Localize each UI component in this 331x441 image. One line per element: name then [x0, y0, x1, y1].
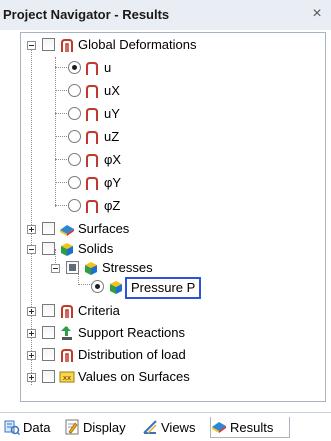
frame-deformation-icon [86, 62, 98, 75]
views-icon [143, 420, 157, 434]
frame-deformation-icon [86, 154, 98, 167]
tree-item-global-deformations[interactable]: Global Deformations [21, 35, 321, 55]
tab-results[interactable]: Results [210, 417, 290, 438]
frame-deformation-icon [86, 177, 98, 190]
global-deformations-checkbox[interactable] [42, 38, 55, 51]
tree-item-ux[interactable]: uX [21, 81, 321, 101]
tree-item-phiz[interactable]: φZ [21, 196, 321, 216]
collapse-icon[interactable] [27, 245, 36, 254]
tree-item-label: Distribution of load [78, 347, 186, 362]
data-icon [4, 420, 20, 435]
tree-item-phiy[interactable]: φY [21, 173, 321, 193]
frame-deformation-icon [61, 305, 73, 318]
ux-radio[interactable] [68, 84, 81, 97]
tab-data[interactable]: Data [4, 417, 58, 438]
distribution-of-load-checkbox[interactable] [42, 348, 55, 361]
tab-label: Display [83, 420, 126, 435]
surface-icon [60, 225, 74, 236]
tab-label: Data [23, 420, 51, 435]
results-tree[interactable]: Global Deformations u uX uY uZ φX φY φZ … [20, 32, 326, 402]
support-reactions-checkbox[interactable] [42, 326, 55, 339]
tree-item-label: Values on Surfaces [78, 369, 190, 384]
uy-radio[interactable] [68, 107, 81, 120]
expand-icon[interactable] [27, 373, 36, 382]
tree-item-label: uY [104, 106, 120, 121]
tree-item-stresses[interactable]: Stresses [21, 258, 321, 278]
tree-item-uz[interactable]: uZ [21, 127, 321, 147]
frame-deformation-icon [61, 39, 73, 52]
u-radio[interactable] [68, 61, 81, 74]
solid-cube-icon [61, 243, 73, 256]
pressure-radio[interactable] [91, 280, 104, 293]
expand-icon[interactable] [27, 351, 36, 360]
tab-label: Results [230, 420, 274, 435]
phiz-radio[interactable] [68, 199, 81, 212]
panel-title: Project Navigator - Results [3, 7, 170, 22]
tree-item-label: uZ [104, 129, 120, 144]
frame-deformation-icon [86, 85, 98, 98]
tree-item-label: Global Deformations [78, 37, 197, 52]
tree-item-label: Support Reactions [78, 325, 185, 340]
tree-item-criteria[interactable]: Criteria [21, 301, 321, 321]
criteria-checkbox[interactable] [42, 304, 55, 317]
tree-item-label: u [104, 60, 112, 75]
tree-item-distribution-of-load[interactable]: Distribution of load [21, 345, 321, 365]
surfaces-checkbox[interactable] [42, 222, 55, 235]
frame-deformation-icon [61, 349, 73, 362]
tab-display[interactable]: Display [64, 417, 136, 438]
values-xx-icon: xx [59, 371, 75, 383]
expand-icon[interactable] [27, 329, 36, 338]
close-icon[interactable]: × [307, 4, 327, 24]
tree-item-surfaces[interactable]: Surfaces [21, 219, 321, 239]
project-navigator-panel: Project Navigator - Results × Global Def… [0, 0, 331, 441]
solid-cube-icon [110, 281, 122, 294]
tree-item-solids[interactable]: Solids [21, 239, 321, 259]
collapse-icon[interactable] [27, 41, 36, 50]
tree-item-label: Surfaces [78, 221, 130, 236]
panel-title-bar: Project Navigator - Results × [0, 0, 331, 30]
tree-item-values-on-surfaces[interactable]: xx Values on Surfaces [21, 367, 321, 387]
expand-icon[interactable] [27, 307, 36, 316]
expand-icon[interactable] [27, 225, 36, 234]
collapse-icon[interactable] [51, 264, 60, 273]
results-icon [212, 422, 226, 433]
tree-item-label: φZ [104, 198, 121, 213]
frame-deformation-icon [86, 108, 98, 121]
phix-radio[interactable] [68, 153, 81, 166]
tree-item-label: φY [104, 175, 122, 190]
tree-item-label: Stresses [102, 260, 153, 275]
selected-item-label: Pressure P [125, 277, 202, 299]
tree-item-label: φX [104, 152, 122, 167]
tree-item-label: Criteria [78, 303, 120, 318]
tree-item-support-reactions[interactable]: Support Reactions [21, 323, 321, 343]
tab-label: Views [161, 420, 196, 435]
tree-item-label: uX [104, 83, 120, 98]
uz-radio[interactable] [68, 130, 81, 143]
navigator-tabs: Data Display Views Results [0, 412, 331, 441]
tree-item-label: Solids [78, 241, 114, 256]
tree-item-pressure-p[interactable]: Pressure P [21, 277, 321, 299]
solid-cube-icon [85, 262, 97, 275]
support-reaction-icon [61, 326, 72, 340]
values-on-surfaces-checkbox[interactable] [42, 370, 55, 383]
display-icon [65, 419, 79, 435]
svg-text:xx: xx [63, 374, 71, 382]
solids-checkbox[interactable] [42, 242, 55, 255]
frame-deformation-icon [86, 131, 98, 144]
phiy-radio[interactable] [68, 176, 81, 189]
stresses-checkbox[interactable] [66, 261, 79, 274]
tree-item-phix[interactable]: φX [21, 150, 321, 170]
tree-item-uy[interactable]: uY [21, 104, 321, 124]
tree-item-u[interactable]: u [21, 58, 321, 78]
frame-deformation-icon [86, 200, 98, 213]
tab-views[interactable]: Views [142, 417, 204, 438]
